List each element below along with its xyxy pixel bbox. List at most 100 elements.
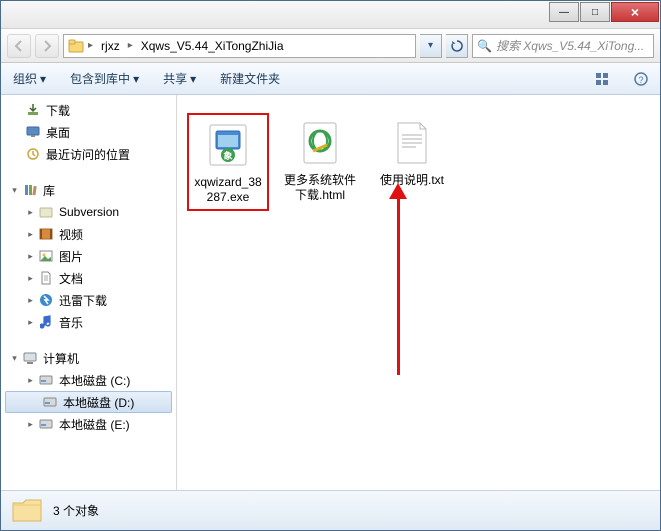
include-library-menu[interactable]: 包含到库中 ▾ — [66, 68, 143, 89]
minimize-button[interactable]: — — [549, 2, 579, 22]
chevron-down-icon: ▾ — [133, 72, 139, 86]
close-button[interactable]: × — [611, 2, 659, 22]
help-button[interactable]: ? — [630, 68, 652, 90]
back-button[interactable] — [7, 34, 31, 58]
body: 下载 桌面 最近访问的位置 ▾ 库 ▸ — [1, 95, 660, 490]
tree-label: 库 — [43, 182, 55, 199]
toolbar: 组织 ▾ 包含到库中 ▾ 共享 ▾ 新建文件夹 ? — [1, 63, 660, 95]
chevron-down-icon: ▾ — [40, 72, 46, 86]
video-icon — [38, 226, 54, 242]
file-item-exe[interactable]: 象 xqwizard_38287.exe — [187, 113, 269, 211]
tree-drive-d[interactable]: 本地磁盘 (D:) — [5, 391, 172, 413]
annotation-arrow — [397, 195, 400, 375]
tree-music[interactable]: ▸ 音乐 — [1, 311, 176, 333]
status-text: 3 个对象 — [53, 502, 99, 519]
nav-tree: 下载 桌面 最近访问的位置 ▾ 库 ▸ — [1, 95, 177, 490]
navbar: ▸ rjxz ▸ Xqws_V5.44_XiTongZhiJia ▾ 🔍 搜索 … — [1, 29, 660, 63]
expand-icon[interactable]: ▸ — [25, 375, 36, 386]
status-bar: 3 个对象 — [1, 490, 660, 530]
tree-label: 本地磁盘 (C:) — [59, 372, 130, 389]
collapse-icon[interactable]: ▾ — [9, 185, 20, 196]
folder-icon — [68, 39, 84, 53]
address-bar[interactable]: ▸ rjxz ▸ Xqws_V5.44_XiTongZhiJia — [63, 34, 416, 58]
file-label: xqwizard_38287.exe — [193, 175, 263, 205]
desktop-icon — [25, 124, 41, 140]
forward-button[interactable] — [35, 34, 59, 58]
tree-label: 音乐 — [59, 314, 83, 331]
tree-label: 下载 — [46, 102, 70, 119]
maximize-button[interactable]: □ — [580, 2, 610, 22]
refresh-icon — [451, 40, 463, 52]
library-icon — [22, 182, 38, 198]
tree-label: Subversion — [59, 205, 119, 219]
pictures-icon — [38, 248, 54, 264]
tree-pictures[interactable]: ▸ 图片 — [1, 245, 176, 267]
tree-label: 图片 — [59, 248, 83, 265]
tree-computer[interactable]: ▾ 计算机 — [1, 347, 176, 369]
arrow-left-icon — [13, 40, 25, 52]
file-pane[interactable]: 象 xqwizard_38287.exe 更多系统软件下载.html 使用说明.… — [177, 95, 660, 490]
expand-icon[interactable]: ▸ — [25, 317, 36, 328]
file-item-html[interactable]: 更多系统软件下载.html — [279, 113, 361, 207]
search-input[interactable]: 🔍 搜索 Xqws_V5.44_XiTong... — [472, 34, 654, 58]
tree-subversion[interactable]: ▸ Subversion — [1, 201, 176, 223]
expand-icon[interactable]: ▸ — [25, 229, 36, 240]
tree-label: 本地磁盘 (D:) — [63, 394, 134, 411]
share-menu[interactable]: 共享 ▾ — [159, 68, 200, 89]
tree-recent[interactable]: 最近访问的位置 — [1, 143, 176, 165]
tree-video[interactable]: ▸ 视频 — [1, 223, 176, 245]
file-item-txt[interactable]: 使用说明.txt — [371, 113, 453, 192]
svg-text:?: ? — [638, 75, 643, 85]
tree-label: 本地磁盘 (E:) — [59, 416, 130, 433]
breadcrumb-part[interactable]: Xqws_V5.44_XiTongZhiJia — [137, 38, 288, 54]
folder-icon — [38, 204, 54, 220]
svg-text:象: 象 — [223, 150, 232, 161]
exe-icon: 象 — [200, 119, 256, 171]
music-icon — [38, 314, 54, 330]
breadcrumb-part[interactable]: rjxz — [97, 38, 124, 54]
expand-icon[interactable]: ▸ — [25, 251, 36, 262]
tree-drive-c[interactable]: ▸ 本地磁盘 (C:) — [1, 369, 176, 391]
tree-xunlei[interactable]: ▸ 迅雷下载 — [1, 289, 176, 311]
tree-desktop[interactable]: 桌面 — [1, 121, 176, 143]
refresh-button[interactable] — [446, 34, 468, 58]
tree-label: 迅雷下载 — [59, 292, 107, 309]
expand-icon[interactable]: ▸ — [25, 273, 36, 284]
tree-label: 计算机 — [43, 350, 79, 367]
help-icon: ? — [634, 72, 648, 86]
search-placeholder: 搜索 Xqws_V5.44_XiTong... — [496, 37, 644, 54]
search-icon: 🔍 — [477, 39, 492, 53]
expand-icon[interactable]: ▸ — [25, 207, 36, 218]
tree-label: 文档 — [59, 270, 83, 287]
address-dropdown[interactable]: ▾ — [420, 34, 442, 58]
arrow-right-icon — [41, 40, 53, 52]
breadcrumb-sep-icon: ▸ — [88, 40, 93, 51]
explorer-window: — □ × ▸ rjxz ▸ Xqws_V5.44_XiTongZhiJia ▾… — [0, 0, 661, 531]
expand-icon[interactable]: ▸ — [25, 419, 36, 430]
recent-icon — [25, 146, 41, 162]
collapse-icon[interactable]: ▾ — [9, 353, 20, 364]
tree-label: 视频 — [59, 226, 83, 243]
view-icon — [595, 72, 611, 86]
titlebar: — □ × — [1, 1, 660, 29]
chevron-down-icon: ▾ — [190, 72, 196, 86]
tree-library[interactable]: ▾ 库 — [1, 179, 176, 201]
expand-icon[interactable]: ▸ — [25, 295, 36, 306]
new-folder-button[interactable]: 新建文件夹 — [216, 68, 284, 89]
drive-icon — [38, 416, 54, 432]
organize-menu[interactable]: 组织 ▾ — [9, 68, 50, 89]
tree-downloads[interactable]: 下载 — [1, 99, 176, 121]
downloads-icon — [25, 102, 41, 118]
breadcrumb-sep-icon: ▸ — [128, 40, 133, 51]
tree-label: 桌面 — [46, 124, 70, 141]
tree-documents[interactable]: ▸ 文档 — [1, 267, 176, 289]
tree-drive-e[interactable]: ▸ 本地磁盘 (E:) — [1, 413, 176, 435]
txt-icon — [384, 117, 440, 169]
drive-icon — [42, 394, 58, 410]
drive-icon — [38, 372, 54, 388]
view-options-button[interactable] — [592, 68, 614, 90]
html-icon — [292, 117, 348, 169]
xunlei-icon — [38, 292, 54, 308]
file-label: 更多系统软件下载.html — [283, 173, 357, 203]
tree-label: 最近访问的位置 — [46, 146, 130, 163]
